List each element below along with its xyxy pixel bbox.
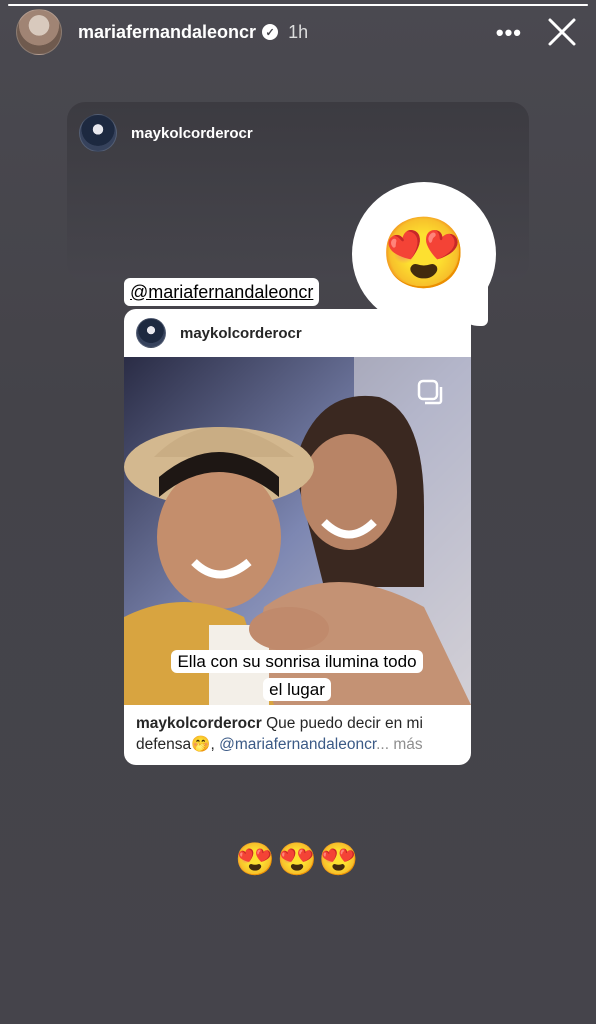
- post-username[interactable]: maykolcorderocr: [180, 325, 302, 342]
- user-avatar[interactable]: [16, 9, 62, 55]
- post-avatar[interactable]: [136, 318, 166, 348]
- shared-post-card[interactable]: maykolcorderocr Ella con su sonrisa ilum…: [124, 309, 471, 765]
- close-icon[interactable]: [544, 14, 580, 50]
- story-progress-fill: [8, 4, 588, 6]
- reply-username[interactable]: maykolcorderocr: [131, 125, 253, 142]
- more-options-icon[interactable]: •••: [496, 20, 522, 46]
- post-caption[interactable]: maykolcorderocr Que puedo decir en mi de…: [136, 713, 461, 755]
- post-header: maykolcorderocr: [124, 309, 471, 357]
- caption-more-link[interactable]: ... más: [376, 736, 423, 753]
- caption-username[interactable]: maykolcorderocr: [136, 715, 262, 732]
- bottom-emoji-text: 😍😍😍: [235, 841, 361, 877]
- caption-mention[interactable]: @mariafernandaleoncr: [219, 736, 376, 753]
- story-progress-bar: [8, 4, 588, 6]
- story-time: 1h: [288, 21, 309, 42]
- post-photo[interactable]: Ella con su sonrisa ilumina todo el luga…: [124, 357, 471, 705]
- reply-header: maykolcorderocr: [79, 114, 253, 152]
- reply-avatar[interactable]: [79, 114, 117, 152]
- heart-eyes-emoji-icon: 😍: [380, 214, 468, 292]
- story-username[interactable]: mariafernandaleoncr: [78, 22, 256, 43]
- carousel-icon: [417, 379, 443, 405]
- mention-sticker[interactable]: @mariafernandaleoncr: [124, 278, 320, 306]
- verified-check-icon: ✓: [262, 24, 279, 40]
- reaction-emoji-bubble: 😍: [352, 182, 496, 326]
- story-header: mariafernandaleoncr ✓ 1h •••: [16, 9, 580, 55]
- photo-text-overlay: Ella con su sonrisa ilumina todo el luga…: [170, 648, 424, 704]
